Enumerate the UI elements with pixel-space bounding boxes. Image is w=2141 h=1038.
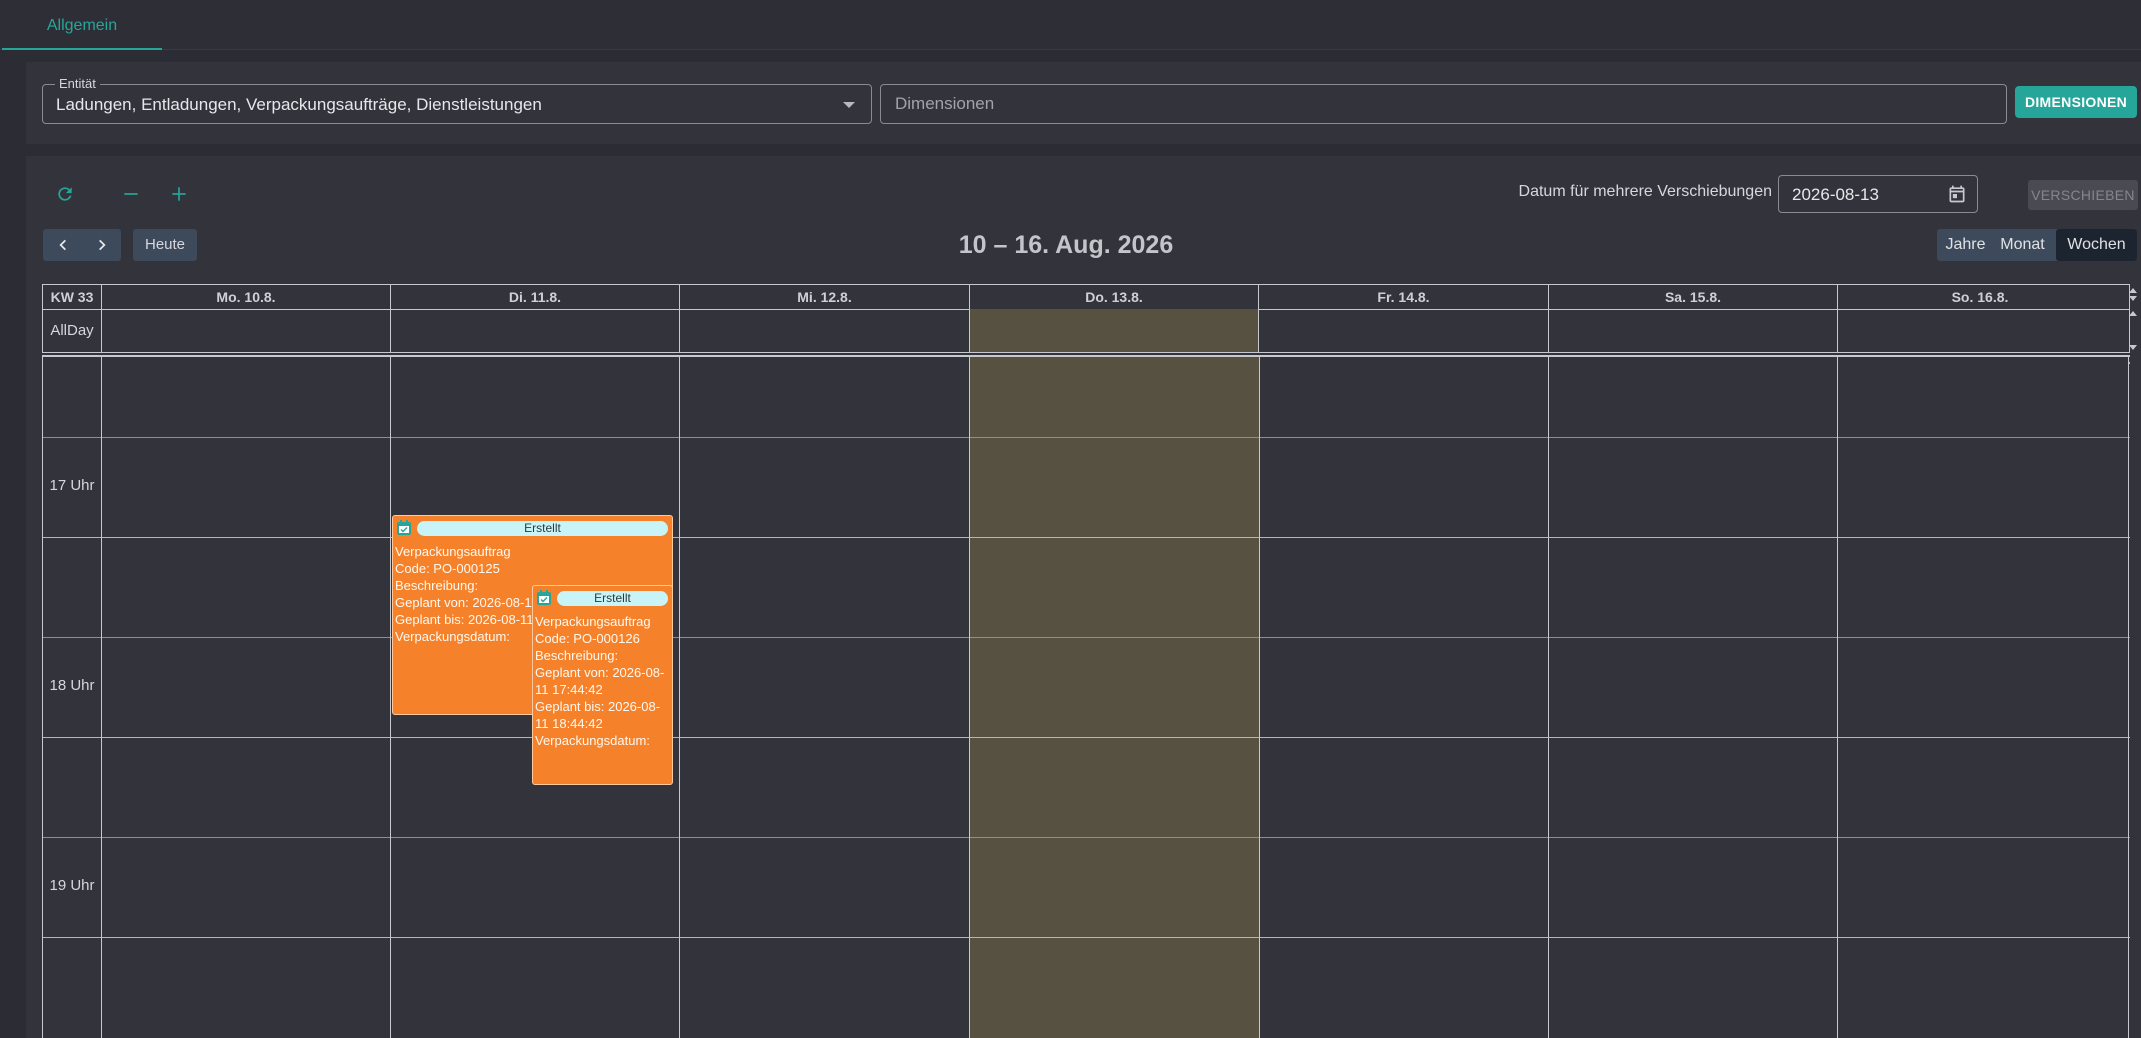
today-column — [970, 357, 1259, 1038]
dimensions-input[interactable] — [881, 85, 2006, 123]
week-number: KW 33 — [50, 289, 94, 305]
grid-line — [43, 837, 2130, 838]
grid-line — [43, 437, 2130, 438]
grid-line — [969, 357, 970, 1038]
zoom-out-icon[interactable] — [116, 179, 146, 209]
allday-cell[interactable] — [101, 309, 390, 352]
move-date-value: 2026-08-13 — [1792, 185, 1879, 204]
grid-line — [390, 357, 391, 1038]
grid-line — [679, 357, 680, 1038]
day-header-sun[interactable]: So. 16.8. — [1837, 285, 2122, 309]
entity-value: Ladungen, Entladungen, Verpackungsaufträ… — [56, 95, 542, 114]
scroll-down-icon[interactable] — [2129, 296, 2137, 301]
event-code: Code: PO-000125 — [395, 561, 500, 576]
event-planned-from: Geplant von: 2026-08-11 17:44:42 — [535, 665, 665, 697]
allday-row: AllDay — [42, 309, 2137, 353]
grid-line — [43, 537, 2130, 538]
event-type: Verpackungsauftrag — [395, 544, 511, 559]
refresh-icon[interactable] — [50, 179, 80, 209]
allday-cell[interactable] — [390, 309, 679, 352]
time-grid[interactable]: 17 Uhr 18 Uhr 19 Uhr Erstellt Verpackung… — [42, 355, 2130, 1038]
event-header: Erstellt — [535, 590, 668, 607]
allday-cell[interactable] — [1837, 309, 2122, 352]
event-planned-to: Geplant bis: 2026-08-11 18:44:42 — [535, 699, 661, 731]
day-header-fri[interactable]: Fr. 14.8. — [1258, 285, 1548, 309]
day-header-sat[interactable]: Sa. 15.8. — [1548, 285, 1837, 309]
grid-line — [43, 737, 2130, 738]
view-month-button[interactable]: Monat — [1994, 229, 2051, 261]
event-code: Code: PO-000126 — [535, 631, 640, 646]
tab-general[interactable]: Allgemein — [2, 0, 162, 50]
move-date-field[interactable]: 2026-08-13 — [1778, 175, 1978, 213]
grid-line — [1548, 357, 1549, 1038]
day-header-thu[interactable]: Do. 13.8. — [969, 285, 1258, 309]
tab-bar: Allgemein — [0, 0, 2141, 50]
grid-line — [1259, 357, 1260, 1038]
zoom-in-icon[interactable] — [164, 179, 194, 209]
event-description: Beschreibung: — [535, 648, 619, 663]
event-card[interactable]: Erstellt Verpackungsauftrag Code: PO-000… — [532, 585, 673, 785]
day-header-mon[interactable]: Mo. 10.8. — [101, 285, 390, 309]
dropdown-caret-icon[interactable] — [843, 102, 855, 108]
grid-line — [43, 937, 2130, 938]
view-year-button[interactable]: Jahre — [1937, 229, 1994, 261]
day-header-wed[interactable]: Mi. 12.8. — [679, 285, 969, 309]
allday-cell[interactable] — [679, 309, 969, 352]
calendar-header: KW 33 Mo. 10.8. Di. 11.8. Mi. 12.8. Do. … — [42, 284, 2137, 310]
chevron-right-icon[interactable] — [82, 229, 121, 261]
multi-move-label: Datum für mehrere Verschiebungen — [1518, 183, 1772, 200]
chevron-left-icon[interactable] — [43, 229, 82, 261]
scroll-up-icon[interactable] — [2129, 288, 2137, 293]
entity-select[interactable]: Entität Ladungen, Entladungen, Verpackun… — [42, 76, 872, 124]
scroll-down-icon[interactable] — [2129, 345, 2137, 350]
allday-cell[interactable] — [1548, 309, 1837, 352]
hour-label: 17 Uhr — [49, 477, 95, 494]
grid-line — [2128, 357, 2129, 1038]
scroll-up-icon[interactable] — [2128, 359, 2130, 364]
scroll-up-icon[interactable] — [2129, 311, 2137, 316]
event-status-badge: Erstellt — [417, 521, 668, 536]
event-status-badge: Erstellt — [557, 591, 668, 606]
allday-cell-today[interactable] — [969, 309, 1258, 352]
calendar-icon — [536, 590, 552, 606]
event-packing-date: Verpackungsdatum: — [535, 733, 650, 748]
allday-cell[interactable] — [1258, 309, 1548, 352]
grid-line — [1837, 357, 1838, 1038]
date-range-title: 10 – 16. Aug. 2026 — [958, 231, 1174, 259]
dimensions-field[interactable] — [880, 84, 2007, 124]
event-type: Verpackungsauftrag — [535, 614, 651, 629]
hour-label: 18 Uhr — [49, 677, 95, 694]
calendar-icon[interactable] — [1947, 184, 1967, 209]
event-details: Verpackungsauftrag Code: PO-000126 Besch… — [535, 613, 670, 749]
day-header-tue[interactable]: Di. 11.8. — [390, 285, 679, 309]
view-switcher: Jahre Monat Wochen — [1937, 229, 2137, 261]
navigation-group — [43, 229, 121, 261]
today-button[interactable]: Heute — [133, 229, 197, 261]
allday-label: AllDay — [50, 322, 94, 339]
move-button[interactable]: VERSCHIEBEN — [2028, 180, 2138, 210]
grid-line — [101, 357, 102, 1038]
grid-line — [43, 637, 2130, 638]
hour-label: 19 Uhr — [49, 877, 95, 894]
dimensions-button[interactable]: DIMENSIONEN — [2015, 86, 2137, 118]
view-week-button[interactable]: Wochen — [2056, 229, 2137, 261]
calendar-icon — [396, 520, 412, 536]
event-header: Erstellt — [395, 520, 668, 537]
